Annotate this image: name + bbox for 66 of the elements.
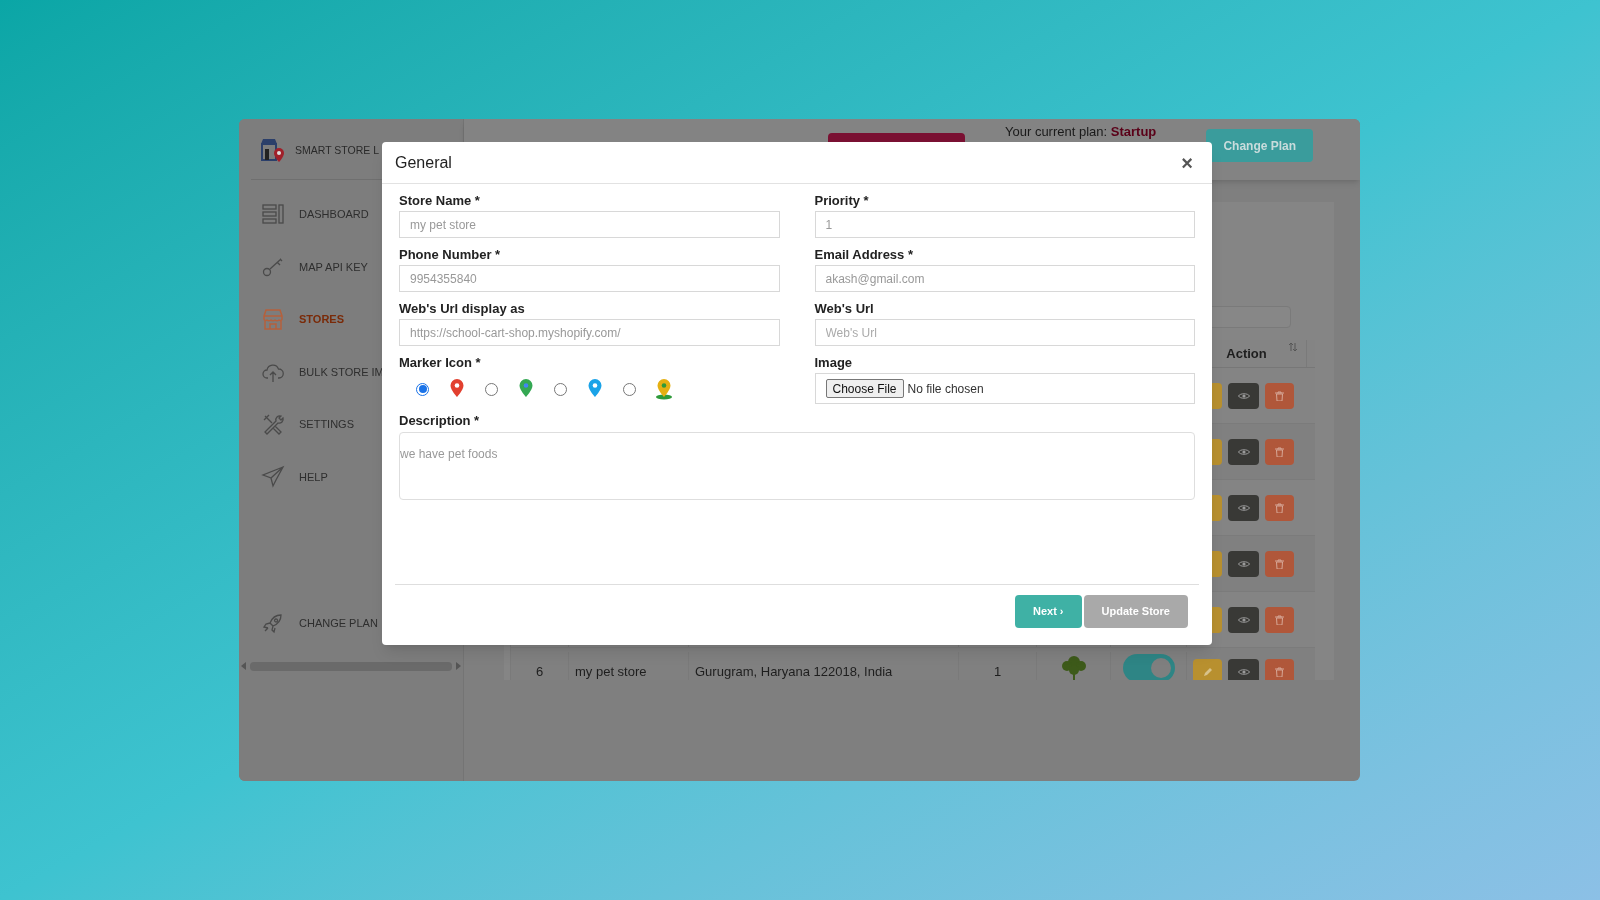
brand-name: SMART STORE L	[295, 143, 380, 159]
table-cell-text: Gurugram, Haryana 122018, India	[695, 663, 893, 680]
storefront-icon	[261, 307, 285, 332]
eye-icon	[1237, 668, 1250, 676]
trash-icon	[1275, 502, 1284, 513]
delete-button[interactable]	[1265, 659, 1294, 680]
field-label: Store Name *	[399, 192, 481, 210]
eye-icon	[1237, 615, 1250, 624]
current-plan-text: Your current plan: Startup	[1005, 123, 1157, 141]
dashboard-icon	[261, 202, 285, 227]
sort-icon[interactable]	[1288, 342, 1298, 352]
trash-icon	[1275, 667, 1284, 677]
table-cell-text: 6	[535, 663, 544, 680]
paper-plane-icon	[261, 464, 285, 489]
eye-icon	[1237, 391, 1250, 400]
close-button[interactable]: ×	[1181, 152, 1193, 173]
toggle-switch[interactable]	[1122, 654, 1175, 680]
delete-button[interactable]	[1265, 438, 1294, 465]
sidebar-item[interactable]: CHANGE PLAN	[239, 596, 463, 649]
next-button[interactable]: Next ›	[1014, 595, 1082, 628]
table-cell-text: 1	[993, 663, 1002, 680]
delete-button[interactable]	[1265, 550, 1294, 577]
view-button[interactable]	[1228, 606, 1259, 633]
field-label: Marker Icon *	[399, 354, 482, 372]
text-field[interactable]: 1	[814, 211, 1195, 238]
field-label: Priority *	[814, 192, 870, 210]
field-label: Image	[814, 354, 854, 372]
text-field[interactable]: akash@gmail.com	[814, 265, 1195, 292]
field-label: Email Address *	[814, 246, 914, 264]
file-input[interactable]: Choose File No file chosen	[814, 373, 1195, 404]
text-field[interactable]: my pet store	[399, 211, 780, 238]
pencil-icon	[1202, 667, 1213, 677]
trash-icon	[1275, 614, 1284, 625]
text-field[interactable]: 9954355840	[399, 265, 780, 292]
change-plan-button[interactable]: Change Plan	[1206, 129, 1314, 162]
view-button[interactable]	[1228, 438, 1259, 465]
text-field[interactable]: Web's Url	[814, 319, 1195, 346]
field-label: Description *	[399, 412, 481, 430]
trash-icon	[1275, 390, 1284, 401]
eye-icon	[1237, 559, 1250, 568]
view-button[interactable]	[1228, 550, 1259, 577]
field-label: Web's Url display as	[399, 300, 526, 318]
choose-file-button[interactable]: Choose File	[825, 379, 904, 398]
scroll-right-icon[interactable]	[455, 662, 461, 670]
delete-button[interactable]	[1265, 494, 1294, 521]
modal-title: General	[395, 152, 452, 173]
view-button[interactable]	[1228, 382, 1259, 409]
view-button[interactable]	[1228, 494, 1259, 521]
field-label: Web's Url	[814, 300, 875, 318]
column-header: Action	[1226, 344, 1267, 363]
file-status: No file chosen	[907, 380, 984, 398]
scroll-left-icon[interactable]	[241, 662, 247, 670]
tools-icon	[261, 412, 285, 437]
map-pin-on-ground-icon	[655, 378, 673, 400]
table-cell-text: my pet store	[575, 663, 647, 680]
delete-button[interactable]	[1265, 382, 1294, 409]
eye-icon	[1237, 447, 1250, 456]
field-label: Phone Number *	[399, 246, 502, 264]
trash-icon	[1275, 446, 1284, 457]
edit-button[interactable]	[1193, 659, 1222, 680]
eye-icon	[1237, 503, 1250, 512]
delete-button[interactable]	[1265, 606, 1294, 633]
text-field[interactable]: https://school-cart-shop.myshopify.com/	[399, 319, 780, 346]
description-field[interactable]: we have pet foods	[399, 432, 1195, 500]
view-button[interactable]	[1228, 659, 1259, 680]
trash-icon	[1275, 558, 1284, 569]
